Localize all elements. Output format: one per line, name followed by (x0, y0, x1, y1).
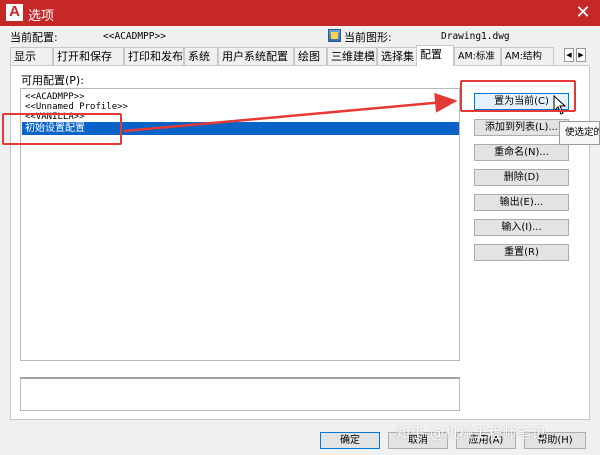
current-profile-value: <<ACADMPP>> (103, 31, 166, 42)
delete-button[interactable]: 删除(D) (474, 169, 569, 186)
tab-profiles[interactable]: 配置 (416, 45, 454, 66)
tab-system[interactable]: 系统 (184, 47, 218, 65)
import-button[interactable]: 输入(I)... (474, 219, 569, 236)
profiles-listbox[interactable]: <<ACADMPP>> <<Unnamed Profile>> <<VANILL… (20, 88, 460, 361)
tab-am-structure[interactable]: AM:结构 (501, 47, 554, 65)
drawing-file-icon (328, 29, 341, 42)
current-profile-label: 当前配置: (10, 31, 58, 44)
rename-button[interactable]: 重命名(N)... (474, 144, 569, 161)
list-item-selected[interactable]: 初始设置配置 (22, 122, 459, 135)
tooltip: 使选定的 (559, 121, 600, 145)
watermark: 知乎 @机械工程师笔记 (396, 426, 546, 442)
current-drawing-label: 当前图形: (344, 31, 392, 44)
export-button[interactable]: 输出(E)... (474, 194, 569, 211)
available-profiles-label: 可用配置(P): (21, 74, 84, 87)
add-to-list-button[interactable]: 添加到列表(L)... (474, 119, 569, 136)
tab-3d-modeling[interactable]: 三维建模 (327, 47, 377, 65)
mouse-cursor-icon (553, 95, 567, 115)
tab-plot-publish[interactable]: 打印和发布 (124, 47, 184, 65)
title-bar: A 选项 ✕ (0, 0, 600, 26)
tab-scroll-right-icon[interactable]: ▶ (576, 48, 586, 62)
close-icon[interactable]: ✕ (566, 0, 600, 26)
tab-display[interactable]: 显示 (10, 47, 53, 65)
autocad-app-icon: A (6, 3, 23, 21)
window-title: 选项 (28, 9, 55, 24)
tab-scroll-left-icon[interactable]: ◀ (564, 48, 574, 62)
tab-drafting[interactable]: 绘图 (294, 47, 327, 65)
profile-description-box (20, 377, 460, 411)
tab-am-standards[interactable]: AM:标准 (454, 47, 501, 65)
tab-user-preferences[interactable]: 用户系统配置 (218, 47, 294, 65)
tab-selection[interactable]: 选择集 (377, 47, 418, 65)
tab-open-save[interactable]: 打开和保存 (53, 47, 124, 65)
reset-button[interactable]: 重置(R) (474, 244, 569, 261)
ok-button[interactable]: 确定 (320, 432, 380, 449)
